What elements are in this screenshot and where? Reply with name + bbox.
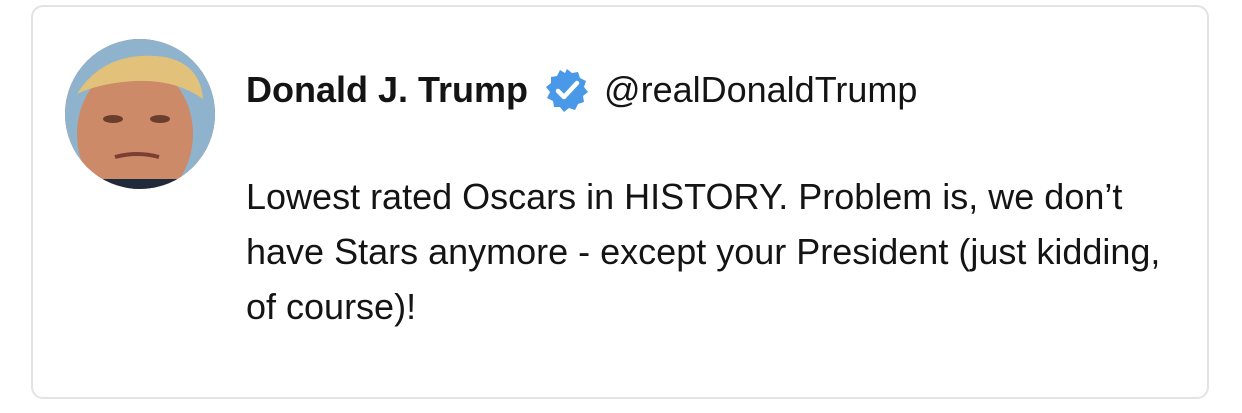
tweet-text: Lowest rated Oscars in HISTORY. Problem … xyxy=(246,176,1161,327)
author-name[interactable]: Donald J. Trump xyxy=(246,69,528,111)
verified-badge-icon xyxy=(544,67,590,113)
author-handle[interactable]: @realDonaldTrump xyxy=(604,69,917,111)
avatar[interactable] xyxy=(65,39,215,189)
tweet-card: Donald J. Trump @realDonaldTrump Lowest … xyxy=(31,5,1209,399)
tweet-header: Donald J. Trump @realDonaldTrump xyxy=(246,65,917,115)
